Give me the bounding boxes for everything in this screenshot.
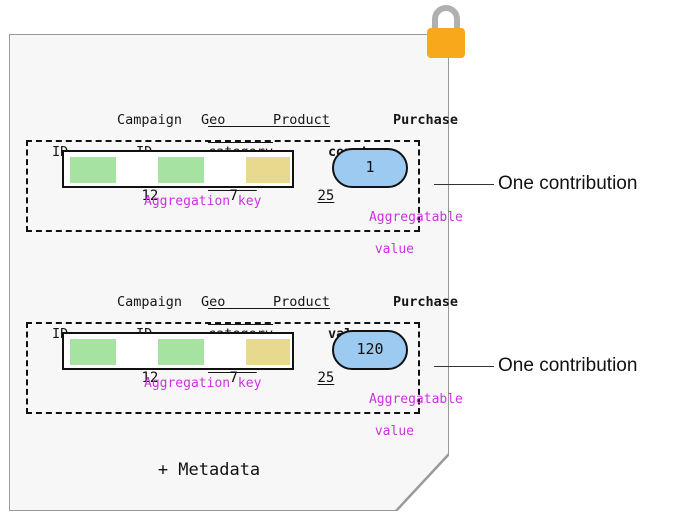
aggregatable-value-label-2: Aggregatable value — [322, 376, 463, 456]
header-measure-line1-2: Purchase — [393, 294, 459, 310]
header-product-line1: Product — [273, 112, 330, 128]
key-chip-campaign-id-2: 12 — [70, 339, 158, 386]
key-chip-geo-id-1: 7 — [158, 157, 238, 204]
leader-line-1 — [434, 184, 494, 185]
key-chip-product-category-2: 25 — [246, 339, 334, 386]
aggregatable-value-label-line2-1: value — [374, 242, 414, 257]
aggregation-key-label-2: Aggregation key — [144, 376, 262, 391]
header-measure-line1: Purchase — [393, 112, 459, 128]
aggregatable-value-label-line1-2: Aggregatable — [368, 392, 463, 407]
metadata-label: + Metadata — [157, 460, 261, 480]
aggregatable-value-label-line1-1: Aggregatable — [368, 210, 463, 225]
aggregatable-value-pill-2: 120 — [332, 330, 408, 370]
annotation-one-contribution-2: One contribution — [498, 355, 638, 376]
column-headers-1: Campaign ID Geo ID Product category Purc… — [40, 96, 458, 160]
column-headers-2: Campaign ID Geo ID Product category Purc… — [40, 278, 458, 342]
aggregation-key-box-1: 12 7 25 — [62, 150, 334, 204]
contribution-group-2: Campaign ID Geo ID Product category Purc… — [26, 278, 463, 439]
aggregatable-value-label-line2-2: value — [374, 424, 414, 439]
key-chip-geo-id-2: 7 — [158, 339, 238, 386]
header-product-line1-2: Product — [273, 294, 330, 310]
contribution-group-1: Campaign ID Geo ID Product category Purc… — [26, 96, 463, 257]
diagram-canvas: Campaign ID Geo ID Product category Purc… — [0, 0, 700, 524]
key-chip-campaign-id-1: 12 — [70, 157, 158, 204]
leader-line-2 — [434, 366, 494, 367]
aggregation-key-label-1: Aggregation key — [144, 194, 262, 209]
aggregatable-value-label-1: Aggregatable value — [322, 194, 463, 274]
aggregatable-value-text-1: 1 — [365, 158, 375, 176]
annotation-one-contribution-1: One contribution — [498, 173, 638, 194]
aggregatable-value-text-2: 120 — [356, 340, 384, 358]
aggregatable-value-pill-1: 1 — [332, 148, 408, 188]
key-chip-product-category-1: 25 — [246, 157, 334, 204]
padlock-icon — [427, 5, 465, 58]
aggregation-key-box-2: 12 7 25 — [62, 332, 334, 386]
